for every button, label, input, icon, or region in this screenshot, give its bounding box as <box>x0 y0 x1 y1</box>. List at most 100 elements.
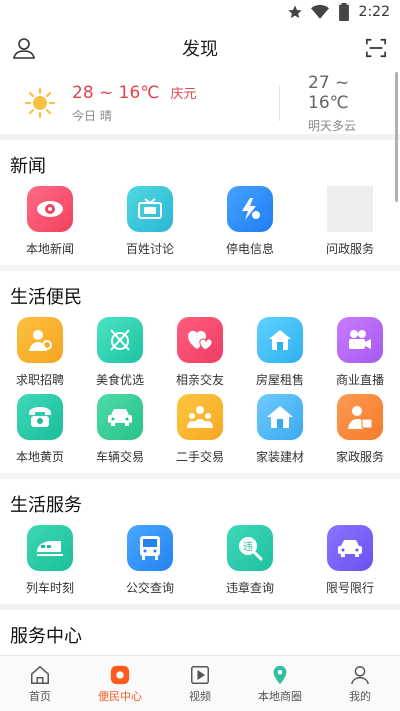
bus-icon <box>127 525 173 571</box>
car-front-icon <box>327 525 373 571</box>
train-schedule-label: 列车时刻 <box>25 581 74 595</box>
power-outage-item[interactable]: 停电信息 <box>200 186 300 257</box>
bus-query-label: 公交查询 <box>125 581 174 595</box>
power-outage-label: 停电信息 <box>225 242 274 256</box>
job-seeker-icon <box>17 317 63 363</box>
violation-search-icon: 违 <box>227 525 273 571</box>
scan-button[interactable] <box>362 34 390 62</box>
home-decor-label: 家装建材 <box>255 450 304 464</box>
housekeeping-item[interactable]: 家政服务 <box>320 394 400 465</box>
housekeeper-icon <box>337 394 383 440</box>
tab-home[interactable]: 首页 <box>0 656 80 711</box>
power-icon <box>227 186 273 232</box>
tab-video-label: 视频 <box>189 689 211 703</box>
convenience-tab-icon <box>110 665 130 684</box>
placeholder-icon <box>327 186 373 232</box>
weather-tomorrow: 27 ~ 16℃ 明天多云 <box>308 73 388 134</box>
section-news-title: 新闻 <box>10 156 46 177</box>
video-camera-icon <box>337 317 383 363</box>
gov-service-item[interactable]: 问政服务 <box>300 186 400 257</box>
video-tab-icon <box>191 665 209 684</box>
section-services: 生活服务 列车时刻 公交查询 违 违章查询 限号限行 <box>0 479 400 604</box>
home-tab-icon <box>31 665 49 684</box>
bottom-tab-bar: 首页 便民中心 视频 本地商圈 我的 <box>0 655 400 711</box>
food-label: 美食优选 <box>95 373 144 387</box>
housekeeping-label: 家政服务 <box>335 450 384 464</box>
house-icon <box>257 317 303 363</box>
eye-icon <box>27 186 73 232</box>
train-schedule-item[interactable]: 列车时刻 <box>0 525 100 596</box>
profile-button[interactable] <box>10 34 38 62</box>
page-title: 发现 <box>182 39 218 60</box>
local-news-label: 本地新闻 <box>25 242 74 256</box>
telephone-icon <box>17 394 63 440</box>
vehicle-trade-item[interactable]: 车辆交易 <box>80 394 160 465</box>
dating-item[interactable]: 相亲交友 <box>160 317 240 388</box>
live-commerce-item[interactable]: 商业直播 <box>320 317 400 388</box>
train-icon <box>27 525 73 571</box>
app-root: 2:22 发现 28 ~ 16℃ 庆元 今日 晴 27 ~ 16℃ 明天多云 新… <box>0 0 400 711</box>
tab-mine-label: 我的 <box>349 689 371 703</box>
tomorrow-label: 明天多云 <box>308 118 357 133</box>
weather-city: 庆元 <box>170 86 197 102</box>
tab-local-business-label: 本地商圈 <box>258 689 302 703</box>
status-bar: 2:22 <box>0 0 400 24</box>
section-life-title: 生活便民 <box>10 287 82 308</box>
weather-today: 28 ~ 16℃ 庆元 今日 晴 <box>72 83 279 124</box>
home-icon <box>257 394 303 440</box>
live-commerce-label: 商业直播 <box>335 373 384 387</box>
hearts-icon <box>177 317 223 363</box>
person-icon <box>13 38 35 59</box>
public-discussion-item[interactable]: 百姓讨论 <box>100 186 200 257</box>
traffic-restriction-item[interactable]: 限号限行 <box>300 525 400 596</box>
tab-mine[interactable]: 我的 <box>320 656 400 711</box>
tab-video[interactable]: 视频 <box>160 656 240 711</box>
food-item[interactable]: 美食优选 <box>80 317 160 388</box>
second-hand-label: 二手交易 <box>175 450 224 464</box>
weather-divider <box>279 85 280 121</box>
violation-query-item[interactable]: 违 违章查询 <box>200 525 300 596</box>
home-decor-item[interactable]: 家装建材 <box>240 394 320 465</box>
section-life: 生活便民 求职招聘 美食优选 相亲交友 房屋租售 商业直播 本地黄页 车辆交易 … <box>0 271 400 473</box>
jobs-label: 求职招聘 <box>15 373 64 387</box>
local-news-item[interactable]: 本地新闻 <box>0 186 100 257</box>
dating-label: 相亲交友 <box>175 373 224 387</box>
group-icon <box>177 394 223 440</box>
today-temp: 28 ~ 16℃ <box>72 82 160 103</box>
scrollbar[interactable] <box>395 72 398 202</box>
jobs-item[interactable]: 求职招聘 <box>0 317 80 388</box>
second-hand-item[interactable]: 二手交易 <box>160 394 240 465</box>
user-tab-icon <box>351 665 369 684</box>
scan-icon <box>366 38 386 58</box>
violation-query-label: 违章查询 <box>225 581 274 595</box>
star-icon <box>287 5 302 19</box>
public-discussion-label: 百姓讨论 <box>125 242 174 256</box>
tab-convenience-label: 便民中心 <box>98 689 142 703</box>
tv-icon <box>127 186 173 232</box>
housing-item[interactable]: 房屋租售 <box>240 317 320 388</box>
clock: 2:22 <box>358 4 390 20</box>
svg-text:违: 违 <box>243 541 253 553</box>
section-services-title: 生活服务 <box>10 495 82 516</box>
section-news: 新闻 本地新闻 百姓讨论 停电信息 问政服务 <box>0 140 400 265</box>
cutlery-icon <box>97 317 143 363</box>
tab-home-label: 首页 <box>29 689 51 703</box>
sun-icon <box>24 87 56 119</box>
today-label: 今日 晴 <box>72 108 112 123</box>
traffic-restriction-label: 限号限行 <box>325 581 374 595</box>
vehicle-trade-label: 车辆交易 <box>95 450 144 464</box>
wifi-icon <box>310 4 329 19</box>
tab-local-business[interactable]: 本地商圈 <box>240 656 320 711</box>
battery-icon <box>338 3 349 21</box>
header: 发现 <box>0 24 400 72</box>
section-center-title: 服务中心 <box>10 626 82 647</box>
housing-label: 房屋租售 <box>255 373 304 387</box>
car-icon <box>97 394 143 440</box>
tomorrow-temp: 27 ~ 16℃ <box>308 72 350 113</box>
yellow-pages-item[interactable]: 本地黄页 <box>0 394 80 465</box>
location-pin-icon <box>273 665 287 684</box>
bus-query-item[interactable]: 公交查询 <box>100 525 200 596</box>
weather-card[interactable]: 28 ~ 16℃ 庆元 今日 晴 27 ~ 16℃ 明天多云 <box>0 72 400 140</box>
yellow-pages-label: 本地黄页 <box>15 450 64 464</box>
tab-convenience-center[interactable]: 便民中心 <box>80 656 160 711</box>
